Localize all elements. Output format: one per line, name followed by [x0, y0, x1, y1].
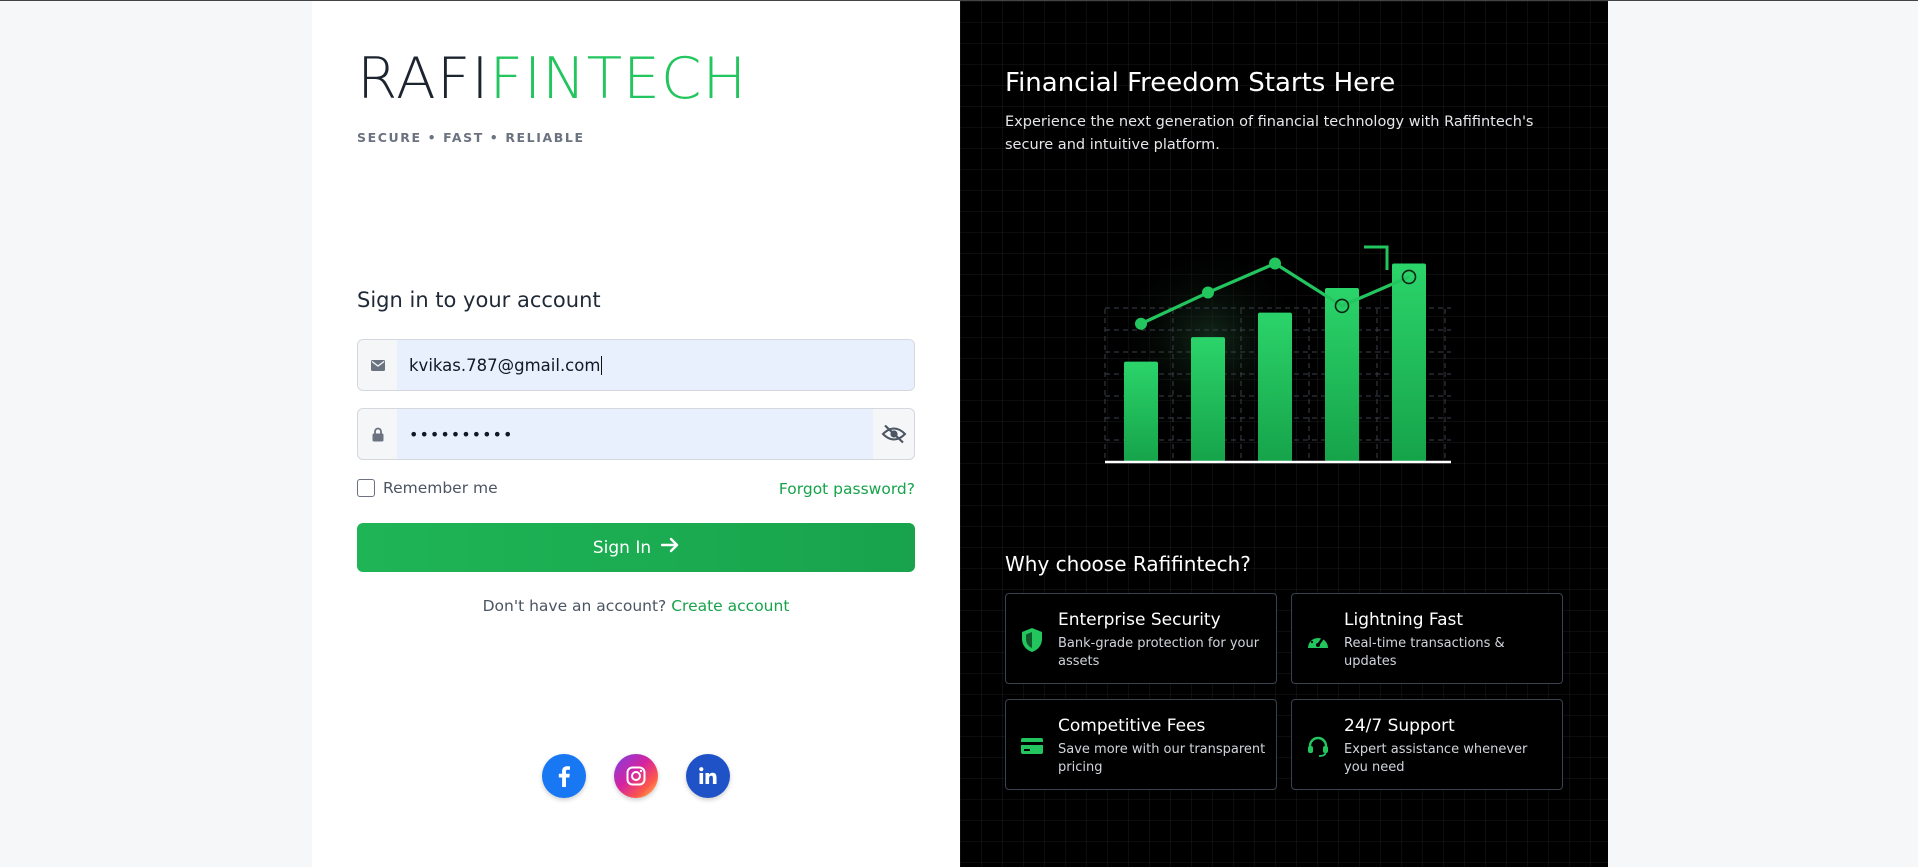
feature-card-fees: Competitive Fees Save more with our tran…	[1005, 699, 1277, 790]
brand-logo: RAFIFINTECH	[357, 51, 747, 108]
chart-bar	[1392, 263, 1426, 462]
chart-bar	[1191, 337, 1225, 462]
brand-name-part1: RAFI	[357, 46, 490, 112]
forgot-password-link[interactable]: Forgot password?	[779, 480, 915, 498]
login-panel: RAFIFINTECH SECURE • FAST • RELIABLE Sig…	[312, 1, 960, 867]
shield-icon	[1019, 627, 1045, 653]
feature-title: Competitive Fees	[1058, 716, 1206, 736]
hero-subtitle: Experience the next generation of financ…	[1005, 114, 1534, 153]
headset-icon	[1305, 733, 1331, 759]
feature-title: Lightning Fast	[1344, 610, 1464, 630]
text-caret	[601, 355, 603, 375]
feature-card-support: 24/7 Support Expert assistance whenever …	[1291, 699, 1563, 790]
feature-card-security: Enterprise Security Bank-grade protectio…	[1005, 593, 1277, 684]
chart-point	[1202, 286, 1214, 299]
feature-title: Enterprise Security	[1058, 610, 1221, 630]
linkedin-icon[interactable]	[686, 754, 730, 798]
promo-panel: Financial Freedom Starts Here Experience…	[960, 1, 1608, 867]
remember-me[interactable]: Remember me	[357, 479, 498, 497]
no-account-text: Don't have an account?	[482, 597, 667, 615]
chart-bar	[1124, 361, 1158, 462]
feature-desc: Bank-grade protection for your assets	[1058, 636, 1260, 669]
mail-icon	[358, 340, 397, 390]
password-input[interactable]: ••••••••••	[397, 409, 873, 459]
instagram-icon[interactable]	[614, 754, 658, 798]
remember-label: Remember me	[383, 479, 498, 497]
why-heading: Why choose Rafifintech?	[1005, 552, 1251, 576]
facebook-icon[interactable]	[542, 754, 586, 798]
chart-bar	[1258, 312, 1292, 462]
signin-heading: Sign in to your account	[357, 288, 601, 312]
growth-chart	[1104, 244, 1451, 464]
arrow-right-icon	[660, 537, 679, 558]
credit-card-icon	[1019, 733, 1045, 759]
email-field[interactable]: kvikas.787@gmail.com	[357, 339, 915, 391]
chart-point	[1269, 257, 1281, 270]
chart-bar	[1325, 288, 1359, 462]
chart-point	[1135, 317, 1147, 330]
signup-prompt: Don't have an account? Create account	[357, 597, 915, 615]
signin-button[interactable]: Sign In	[357, 523, 915, 572]
email-input[interactable]: kvikas.787@gmail.com	[397, 340, 914, 390]
feature-desc: Expert assistance whenever you need	[1344, 742, 1528, 775]
password-field[interactable]: ••••••••••	[357, 408, 915, 460]
brand-tagline: SECURE • FAST • RELIABLE	[357, 130, 585, 145]
feature-title: 24/7 Support	[1344, 716, 1455, 736]
email-value: kvikas.787@gmail.com	[409, 355, 601, 375]
remember-checkbox[interactable]	[357, 479, 375, 497]
lock-icon	[358, 409, 397, 459]
feature-desc: Real-time transactions & updates	[1344, 636, 1505, 669]
create-account-link[interactable]: Create account	[671, 597, 789, 615]
eye-off-icon[interactable]	[873, 409, 914, 459]
hero-title: Financial Freedom Starts Here	[1005, 68, 1396, 98]
signin-label: Sign In	[592, 537, 652, 558]
speedometer-icon	[1305, 627, 1331, 653]
feature-desc: Save more with our transparent pricing	[1058, 742, 1266, 775]
corner-bracket	[1364, 245, 1389, 270]
brand-name-part2: FINTECH	[489, 46, 748, 112]
feature-card-speed: Lightning Fast Real-time transactions & …	[1291, 593, 1563, 684]
